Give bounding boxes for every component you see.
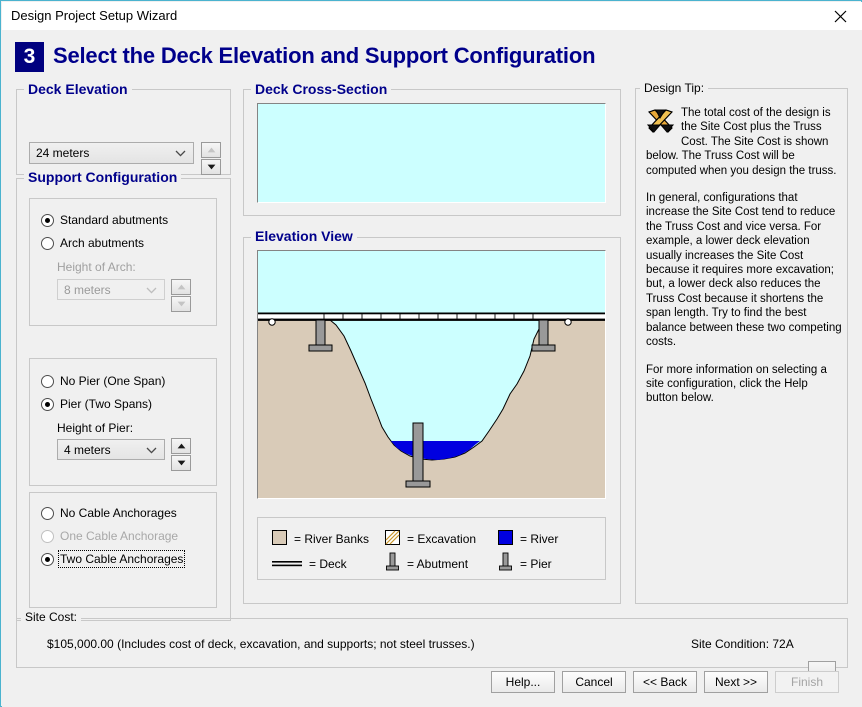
chevron-down-icon-pier (146, 443, 157, 457)
height-of-pier-label: Height of Pier: (57, 421, 134, 435)
step-number-badge: 3 (15, 42, 44, 72)
height-of-pier-spin-up[interactable] (171, 438, 191, 454)
deck-cross-section-legend: Deck Cross-Section (251, 81, 392, 97)
radio-label-standard-abutments: Standard abutments (60, 213, 169, 227)
height-of-arch-value: 8 meters (64, 282, 111, 297)
legend-label-deck: = Deck (309, 557, 347, 571)
close-icon[interactable] (818, 2, 862, 30)
radio-label-no-cable-anchorages: No Cable Anchorages (60, 506, 177, 520)
radio-label-two-cable-anchorages: Two Cable Anchorages (57, 550, 186, 568)
next-button[interactable]: Next >> (704, 671, 768, 693)
legend-item-pier: = Pier (498, 552, 552, 575)
radio-label-pier-two-spans: Pier (Two Spans) (60, 397, 153, 411)
design-tip-body: The total cost of the design is the Site… (646, 106, 842, 419)
height-of-pier-value: 4 meters (64, 442, 111, 457)
radio-arch-abutments[interactable]: Arch abutments (41, 236, 144, 250)
wizard-window: Design Project Setup Wizard 3 Select the… (0, 0, 862, 707)
height-of-arch-spin-down[interactable] (171, 296, 191, 312)
radio-dot-arch-abutments (41, 236, 54, 250)
design-tip-paragraph-2: In general, configurations that increase… (646, 192, 842, 349)
page-title: Select the Deck Elevation and Support Co… (53, 43, 596, 68)
pier-swatch-icon (498, 552, 513, 575)
deck-elevation-combo[interactable]: 24 meters (29, 142, 194, 164)
radio-label-no-pier: No Pier (One Span) (60, 374, 166, 388)
deck-cross-section-canvas (257, 103, 606, 203)
support-configuration-legend: Support Configuration (24, 169, 182, 185)
back-button[interactable]: << Back (633, 671, 697, 693)
river-swatch-icon (498, 530, 513, 548)
radio-dot-no-cable-anchorages (41, 506, 54, 520)
finish-button: Finish (775, 671, 839, 693)
radio-dot-one-cable-anchorage (41, 529, 54, 543)
abutment-swatch-icon (385, 552, 400, 575)
chevron-down-icon (175, 146, 186, 160)
legend-item-excavation: = Excavation (385, 530, 476, 548)
elevation-view-legend: Elevation View (251, 228, 357, 244)
radio-dot-pier-two-spans (41, 397, 54, 411)
diagram-legend-box: = River Banks = Excavation = River = Dec… (257, 517, 606, 580)
legend-label-abutment: = Abutment (407, 556, 469, 571)
design-tip-legend: Design Tip: (640, 81, 709, 95)
deck-swatch-icon (272, 555, 302, 573)
height-of-arch-label: Height of Arch: (57, 260, 136, 274)
height-of-arch-combo[interactable]: 8 meters (57, 279, 165, 300)
radio-dot-two-cable-anchorages (41, 552, 54, 566)
elevation-view-canvas (257, 250, 606, 499)
legend-item-river: = River (498, 530, 558, 548)
help-button[interactable]: Help... (491, 671, 555, 693)
height-of-pier-combo[interactable]: 4 meters (57, 439, 165, 460)
height-of-pier-spinner[interactable] (171, 438, 191, 472)
height-of-pier-spin-down[interactable] (171, 455, 191, 471)
legend-label-excavation: = Excavation (407, 532, 477, 546)
legend-label-river-banks: = River Banks (294, 532, 370, 546)
drafting-compass-icon (646, 108, 675, 138)
radio-label-one-cable-anchorage: One Cable Anchorage (60, 529, 179, 543)
deck-elevation-legend: Deck Elevation (24, 81, 132, 97)
window-title: Design Project Setup Wizard (11, 8, 178, 23)
radio-pier-two-spans[interactable]: Pier (Two Spans) (41, 397, 152, 411)
radio-no-cable-anchorages[interactable]: No Cable Anchorages (41, 506, 177, 520)
height-of-arch-spinner[interactable] (171, 279, 191, 313)
radio-standard-abutments[interactable]: Standard abutments (41, 213, 168, 227)
cancel-button[interactable]: Cancel (562, 671, 626, 693)
site-cost-value: $105,000.00 (Includes cost of deck, exca… (47, 637, 475, 651)
radio-two-cable-anchorages[interactable]: Two Cable Anchorages (41, 550, 186, 568)
site-condition-label: Site Condition: 72A (691, 637, 794, 651)
chevron-down-icon-arch (146, 283, 157, 297)
title-bar: Design Project Setup Wizard (2, 2, 862, 30)
river-banks-swatch-icon (272, 530, 287, 548)
legend-item-river-banks: = River Banks (272, 530, 369, 548)
radio-one-cable-anchorage[interactable]: One Cable Anchorage (41, 529, 178, 543)
legend-label-pier: = Pier (520, 556, 552, 571)
excavation-swatch-icon (385, 530, 400, 548)
site-cost-legend: Site Cost: (21, 610, 82, 624)
design-tip-paragraph-1: The total cost of the design is the Site… (646, 107, 837, 177)
height-of-arch-spin-up[interactable] (171, 279, 191, 295)
radio-dot-no-pier (41, 374, 54, 388)
radio-dot-standard-abutments (41, 213, 54, 227)
legend-item-abutment: = Abutment (385, 552, 468, 575)
design-tip-paragraph-3: For more information on selecting a site… (646, 363, 827, 405)
deck-elevation-value: 24 meters (36, 146, 90, 160)
radio-no-pier[interactable]: No Pier (One Span) (41, 374, 165, 388)
legend-item-deck: = Deck (272, 555, 347, 573)
legend-label-river: = River (520, 532, 559, 546)
radio-label-arch-abutments: Arch abutments (60, 236, 145, 250)
client-area: 3 Select the Deck Elevation and Support … (2, 30, 862, 707)
deck-elevation-spin-up[interactable] (201, 142, 221, 158)
